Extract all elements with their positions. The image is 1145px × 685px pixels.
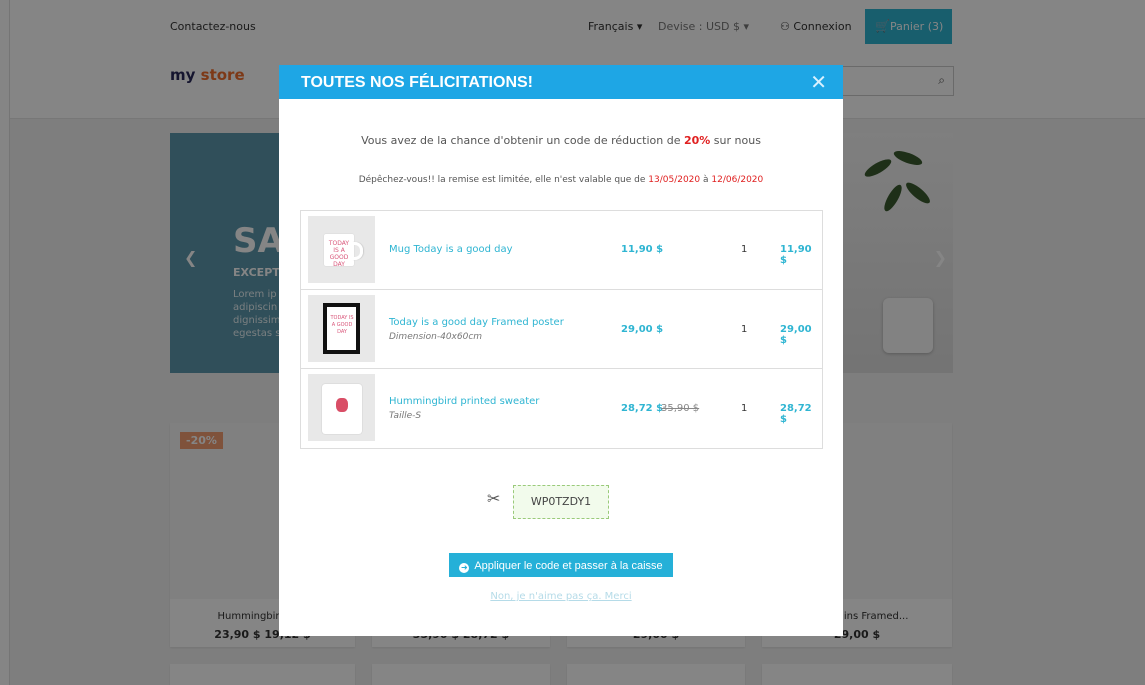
poster-print: TODAY IS A GOOD DAY (330, 315, 354, 335)
apply-code-checkout-button[interactable]: ➜ Appliquer le code et passer à la caisse (449, 553, 673, 577)
product-thumbnail (308, 374, 375, 441)
unit-price: 28,72 $ (621, 403, 664, 414)
table-row: TODAY IS A GOOD DAY Mug Today is a good … (301, 211, 822, 290)
table-row: Hummingbird printed sweater Taille-S 28,… (301, 369, 822, 447)
line-total: 11,90 $ (780, 244, 812, 266)
product-thumbnail: TODAY IS A GOOD DAY (308, 295, 375, 362)
product-name[interactable]: Mug Today is a good day (389, 244, 513, 255)
intro-suffix: sur nous (710, 134, 761, 147)
product-name[interactable]: Hummingbird printed sweater (389, 396, 539, 407)
quantity: 1 (741, 324, 748, 335)
quantity: 1 (741, 244, 748, 255)
old-price: 35,90 $ (661, 403, 700, 414)
unit-price: 29,00 $ (621, 324, 664, 335)
validity-note: Dépêchez-vous!! la remise est limitée, e… (279, 175, 843, 185)
popup-title: TOUTES NOS FÉLICITATIONS! (301, 74, 533, 91)
date-separator: à (700, 175, 712, 185)
discount-popup: TOUTES NOS FÉLICITATIONS! ✕ Vous avez de… (279, 65, 843, 636)
hummingbird-icon (336, 398, 348, 412)
scissors-icon: ✂ (487, 489, 501, 508)
coupon-code[interactable]: WP0TZDY1 (513, 485, 609, 519)
unit-price: 11,90 $ (621, 244, 664, 255)
close-icon[interactable]: ✕ (810, 70, 827, 94)
table-row: TODAY IS A GOOD DAY Today is a good day … (301, 290, 822, 369)
arrow-circle-icon: ➜ (459, 563, 470, 573)
product-thumbnail: TODAY IS A GOOD DAY (308, 216, 375, 283)
date-to: 12/06/2020 (711, 175, 764, 185)
intro-text: Vous avez de la chance d'obtenir un code… (361, 134, 684, 147)
apply-button-label: Appliquer le code et passer à la caisse (474, 560, 663, 572)
validity-text: Dépêchez-vous!! la remise est limitée, e… (358, 175, 649, 185)
decline-link[interactable]: Non, je n'aime pas ça. Merci (279, 591, 843, 602)
discount-percent: 20% (683, 134, 711, 147)
popup-intro: Vous avez de la chance d'obtenir un code… (279, 134, 843, 147)
line-total: 29,00 $ (780, 324, 812, 346)
mug-print: TODAY IS A GOOD DAY (328, 240, 350, 268)
date-from: 13/05/2020 (648, 175, 701, 185)
product-name[interactable]: Today is a good day Framed poster (389, 317, 564, 328)
product-attribute: Taille-S (389, 411, 422, 421)
cart-products-table: TODAY IS A GOOD DAY Mug Today is a good … (300, 210, 823, 449)
line-total: 28,72 $ (780, 403, 812, 425)
product-attribute: Dimension-40x60cm (389, 332, 483, 342)
popup-header: TOUTES NOS FÉLICITATIONS! ✕ (279, 65, 843, 99)
quantity: 1 (741, 403, 748, 414)
